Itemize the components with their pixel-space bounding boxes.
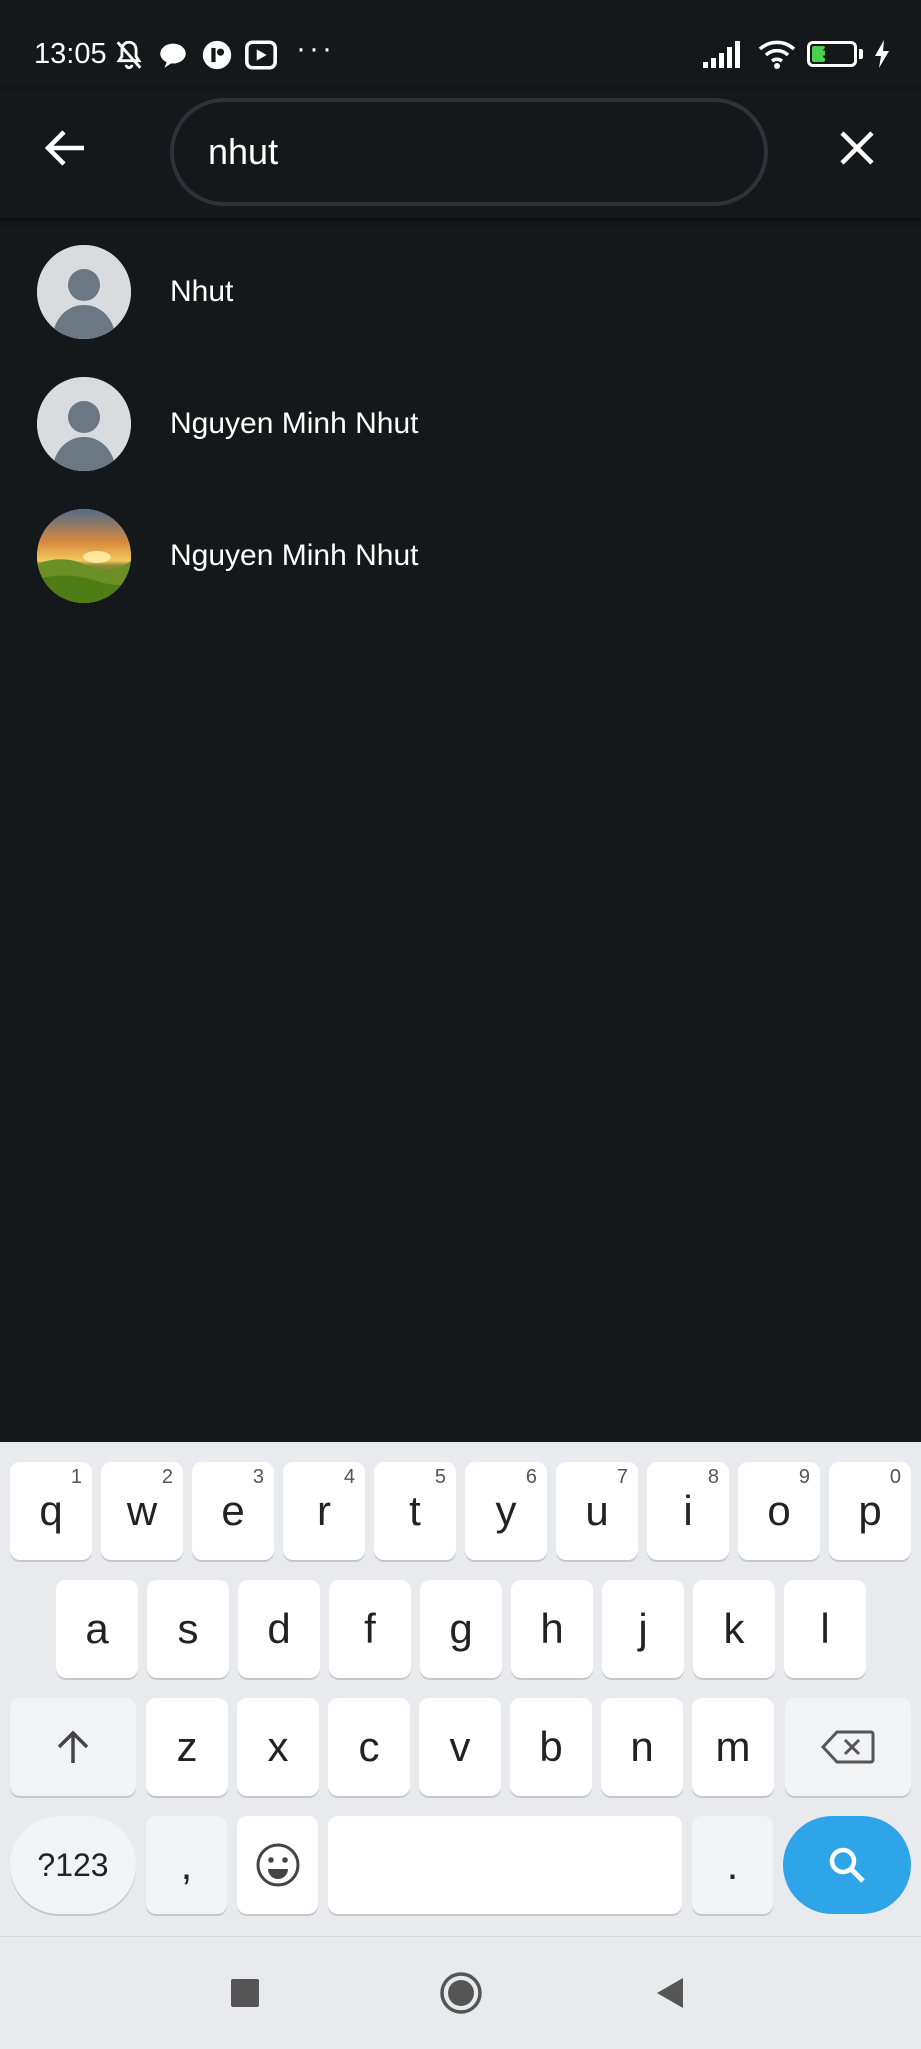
key-f[interactable]: f [329, 1580, 411, 1678]
shift-key[interactable] [10, 1698, 136, 1796]
key-p[interactable]: p0 [829, 1462, 911, 1560]
backspace-key[interactable] [785, 1698, 911, 1796]
key-number-hint: 6 [525, 1466, 537, 1488]
key-w[interactable]: w2 [101, 1462, 183, 1560]
close-icon [840, 131, 874, 165]
result-item[interactable]: Nguyen Minh Nhut [0, 490, 921, 622]
navigation-bar [0, 1936, 921, 2049]
search-key[interactable] [783, 1816, 911, 1914]
key-number-hint: 8 [707, 1466, 719, 1488]
key-number-hint: 9 [798, 1466, 810, 1488]
key-label: y [495, 1487, 517, 1534]
key-s[interactable]: s [147, 1580, 229, 1678]
key-number-hint: 0 [889, 1466, 901, 1488]
default-avatar-icon [37, 245, 131, 339]
result-item[interactable]: Nhut [0, 226, 921, 358]
symbols-key[interactable]: ?123 [10, 1816, 136, 1914]
key-c[interactable]: c [328, 1698, 410, 1796]
status-bar: 13:05 ··· 31 [0, 0, 921, 100]
charging-icon [875, 40, 889, 68]
default-avatar-icon [37, 377, 131, 471]
key-d[interactable]: d [238, 1580, 320, 1678]
key-b[interactable]: b [510, 1698, 592, 1796]
key-z[interactable]: z [146, 1698, 228, 1796]
photo-avatar [37, 509, 131, 603]
key-a[interactable]: a [56, 1580, 138, 1678]
result-name: Nguyen Minh Nhut [170, 539, 419, 572]
chat-bubble-icon [160, 43, 186, 68]
key-number-hint: 5 [434, 1466, 446, 1488]
status-time: 13:05 [34, 38, 107, 70]
battery-icon: 31 [807, 41, 857, 67]
arrow-up-icon [57, 1730, 89, 1763]
key-number-hint: 2 [161, 1466, 173, 1488]
app-icon [202, 40, 232, 70]
search-box[interactable] [170, 98, 768, 206]
space-key[interactable] [328, 1816, 682, 1914]
key-number-hint: 4 [343, 1466, 355, 1488]
emoji-icon [256, 1843, 299, 1887]
home-button[interactable] [431, 1963, 491, 2023]
search-app-bar [0, 90, 921, 218]
key-v[interactable]: v [419, 1698, 501, 1796]
bell-off-icon [116, 40, 142, 70]
key-y[interactable]: y6 [465, 1462, 547, 1560]
key-u[interactable]: u7 [556, 1462, 638, 1560]
key-label: r [317, 1487, 331, 1534]
search-input[interactable] [208, 124, 728, 180]
key-t[interactable]: t5 [374, 1462, 456, 1560]
more-notifications: ··· [296, 32, 335, 65]
key-q[interactable]: q1 [10, 1462, 92, 1560]
triangle-back-icon [657, 1978, 683, 2008]
result-name: Nhut [170, 275, 234, 308]
comma-key[interactable]: , [146, 1816, 227, 1914]
back-button[interactable] [38, 120, 94, 176]
back-nav-button[interactable] [640, 1963, 700, 2023]
key-m[interactable]: m [692, 1698, 774, 1796]
key-label: p [858, 1487, 882, 1534]
circle-icon [440, 1972, 482, 2014]
search-results-list: Nhut Nguyen Minh Nhut Nguyen Minh Nhut [0, 226, 921, 622]
key-number-hint: 3 [252, 1466, 264, 1488]
key-label: w [126, 1487, 158, 1534]
key-e[interactable]: e3 [192, 1462, 274, 1560]
key-i[interactable]: i8 [647, 1462, 729, 1560]
result-item[interactable]: Nguyen Minh Nhut [0, 358, 921, 490]
clear-search-button[interactable] [829, 120, 885, 176]
key-g[interactable]: g [420, 1580, 502, 1678]
key-x[interactable]: x [237, 1698, 319, 1796]
key-r[interactable]: r4 [283, 1462, 365, 1560]
arrow-left-icon [44, 130, 84, 166]
result-name: Nguyen Minh Nhut [170, 407, 419, 440]
key-k[interactable]: k [693, 1580, 775, 1678]
battery-level: 31 [822, 44, 842, 63]
key-l[interactable]: l [784, 1580, 866, 1678]
key-number-hint: 7 [616, 1466, 628, 1488]
key-o[interactable]: o9 [738, 1462, 820, 1560]
signal-icon [703, 41, 740, 68]
key-j[interactable]: j [602, 1580, 684, 1678]
backspace-icon [821, 1730, 875, 1764]
emoji-key[interactable] [237, 1816, 318, 1914]
square-icon [231, 1979, 259, 2007]
search-icon [829, 1847, 865, 1883]
key-label: o [767, 1487, 791, 1534]
period-key[interactable]: . [692, 1816, 773, 1914]
key-n[interactable]: n [601, 1698, 683, 1796]
key-label: q [39, 1487, 63, 1534]
key-number-hint: 1 [70, 1466, 82, 1488]
youtube-icon [245, 40, 277, 70]
key-label: t [409, 1487, 421, 1534]
key-label: e [221, 1487, 245, 1534]
key-label: u [585, 1487, 609, 1534]
recents-button[interactable] [215, 1963, 275, 2023]
key-h[interactable]: h [511, 1580, 593, 1678]
key-label: i [683, 1487, 693, 1534]
wifi-icon [758, 40, 796, 69]
